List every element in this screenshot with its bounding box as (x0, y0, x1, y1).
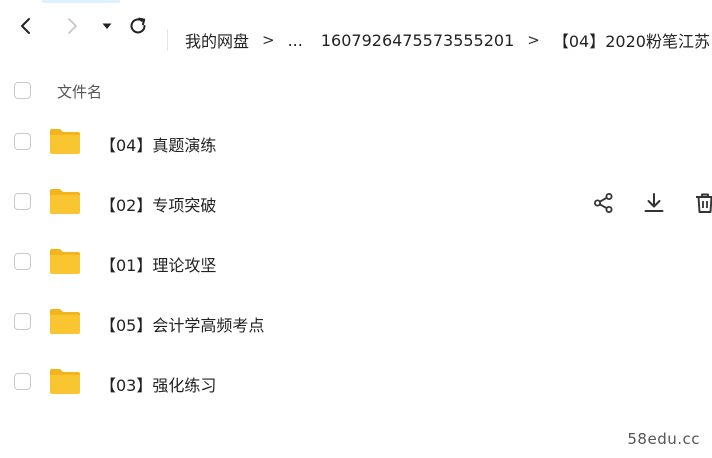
file-row[interactable]: 【02】专项突破 (0, 174, 712, 234)
row-checkbox[interactable] (14, 313, 31, 330)
active-tab-indicator (42, 0, 120, 3)
breadcrumb-folder-id[interactable]: 1607926475573555201 (321, 31, 514, 50)
file-name[interactable]: 【01】理论攻坚 (100, 252, 216, 276)
row-checkbox[interactable] (14, 373, 31, 390)
watermark: 58edu.cc (627, 430, 700, 448)
row-hover-actions (592, 191, 712, 217)
row-checkbox[interactable] (14, 133, 31, 150)
breadcrumb-separator: > (262, 31, 275, 49)
file-row[interactable]: 【03】强化练习 (0, 354, 712, 414)
folder-icon (50, 369, 80, 394)
chevron-left-icon (21, 18, 30, 34)
file-name[interactable]: 【02】专项突破 (100, 192, 216, 216)
share-button[interactable] (592, 191, 616, 215)
download-button[interactable] (642, 191, 666, 215)
file-row[interactable]: 【04】真题演练 (0, 114, 712, 174)
share-icon (594, 193, 613, 213)
folder-icon (50, 189, 80, 214)
file-row[interactable]: 【05】会计学高频考点 (0, 294, 712, 354)
folder-icon (50, 249, 80, 274)
file-name[interactable]: 【04】真题演练 (100, 132, 216, 156)
breadcrumb-root[interactable]: 我的网盘 (185, 28, 249, 52)
file-row[interactable]: 【01】理论攻坚 (0, 234, 712, 294)
history-dropdown-button[interactable] (95, 14, 119, 38)
toolbar-divider (167, 29, 168, 51)
chevron-right-icon (68, 18, 77, 34)
breadcrumb-ellipsis[interactable]: ... (288, 31, 303, 50)
row-checkbox[interactable] (14, 193, 31, 210)
list-header: 文件名 (0, 74, 712, 110)
refresh-button[interactable] (126, 14, 150, 38)
folder-icon (50, 309, 80, 334)
select-all-checkbox[interactable] (14, 82, 31, 99)
file-name[interactable]: 【03】强化练习 (100, 372, 216, 396)
folder-icon (50, 129, 80, 154)
row-checkbox[interactable] (14, 253, 31, 270)
file-name[interactable]: 【05】会计学高频考点 (100, 312, 264, 336)
refresh-icon (130, 17, 146, 34)
forward-button[interactable] (60, 14, 84, 38)
breadcrumb-current: 【04】2020粉笔江苏 (552, 32, 710, 51)
download-icon (644, 193, 664, 212)
breadcrumb: 我的网盘 > ... 1607926475573555201 > 【04】202… (185, 27, 710, 53)
delete-button[interactable] (693, 191, 712, 215)
delete-icon (696, 193, 712, 213)
breadcrumb-separator: > (527, 31, 540, 49)
back-button[interactable] (14, 14, 38, 38)
caret-down-icon (102, 23, 112, 29)
column-header-filename[interactable]: 文件名 (57, 81, 102, 102)
file-manager-page: 我的网盘 > ... 1607926475573555201 > 【04】202… (0, 0, 712, 458)
